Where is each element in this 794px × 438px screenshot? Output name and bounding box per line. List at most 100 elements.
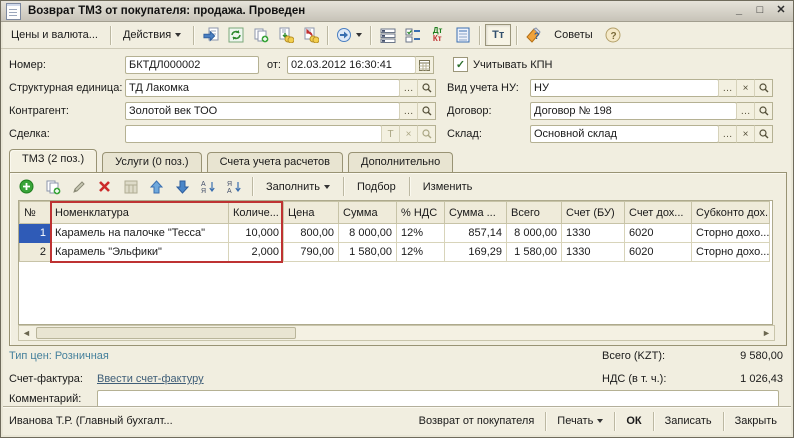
table-cell[interactable]: 790,00 (284, 243, 339, 262)
money-in-document-icon[interactable] (274, 25, 297, 46)
date-field[interactable]: 02.03.2012 16:30:41 (287, 56, 434, 74)
choose-icon[interactable]: … (736, 102, 755, 120)
help-icon[interactable]: ? (602, 25, 625, 46)
column-header[interactable]: Счет (БУ) (562, 202, 625, 224)
table-row[interactable]: 1Карамель на палочке "Тесса"10,000800,00… (20, 224, 770, 243)
clear-icon[interactable]: × (736, 79, 755, 97)
table-cell[interactable]: Карамель на палочке "Тесса" (51, 224, 229, 243)
move-down-icon[interactable] (171, 176, 194, 197)
tab-services[interactable]: Услуги (0 поз.) (102, 152, 201, 173)
table-row[interactable]: 2Карамель "Эльфики"2,000790,001 580,0012… (20, 243, 770, 262)
copy-row-icon[interactable] (41, 176, 64, 197)
column-header[interactable]: Всего (507, 202, 562, 224)
scroll-left-icon[interactable]: ◄ (19, 327, 34, 339)
open-magnifier-icon[interactable] (754, 79, 773, 97)
edit-row-icon[interactable] (67, 176, 90, 197)
table-cell[interactable]: 2 (20, 243, 51, 262)
column-header[interactable]: Сумма (339, 202, 397, 224)
advice-label[interactable]: Советы (547, 26, 599, 44)
table-cell[interactable]: Сторно дохо... (692, 224, 770, 243)
deal-field[interactable]: T × (125, 125, 436, 143)
choose-icon[interactable]: … (718, 125, 737, 143)
titlebar[interactable]: Возврат ТМЗ от покупателя: продажа. Пров… (1, 1, 793, 22)
invoice-link[interactable]: Ввести счет-фактуру (97, 373, 204, 385)
table-cell[interactable]: 169,29 (445, 243, 507, 262)
number-field[interactable]: БКТДЛ000002 (125, 56, 259, 74)
end-edit-icon[interactable] (119, 176, 142, 197)
print-button[interactable]: Печать (549, 412, 611, 430)
kpn-checkbox[interactable]: ✓ Учитывать КПН (453, 57, 553, 72)
money-out-document-icon[interactable] (299, 25, 322, 46)
font-settings-button[interactable]: Тт (485, 24, 511, 46)
table-cell[interactable]: 800,00 (284, 224, 339, 243)
advice-icon[interactable]: ? (522, 25, 545, 46)
clear-icon[interactable]: × (399, 125, 418, 143)
actions-button[interactable]: Действия (116, 26, 188, 44)
tab-tmz[interactable]: ТМЗ (2 поз.) (9, 149, 97, 173)
choose-icon[interactable]: … (399, 102, 418, 120)
column-header[interactable]: Сумма ... (445, 202, 507, 224)
minimize-button[interactable]: _ (732, 5, 746, 18)
table-cell[interactable]: 6020 (625, 243, 692, 262)
return-from-buyer-button[interactable]: Возврат от покупателя (411, 412, 543, 430)
table-cell[interactable]: Сторно дохо... (692, 243, 770, 262)
sort-desc-icon[interactable]: ЯА (223, 176, 246, 197)
horizontal-scrollbar[interactable]: ◄ ► (18, 325, 775, 341)
copy-icon[interactable] (249, 25, 272, 46)
structural-unit-field[interactable]: ТД Лакомка … (125, 79, 436, 97)
table-cell[interactable]: 12% (397, 243, 445, 262)
table-cell[interactable]: 2,000 (229, 243, 284, 262)
report-icon[interactable] (451, 25, 474, 46)
table-cell[interactable]: Карамель "Эльфики" (51, 243, 229, 262)
close-form-button[interactable]: Закрыть (727, 412, 785, 430)
open-magnifier-icon[interactable] (754, 102, 773, 120)
nu-kind-field[interactable]: НУ … × (530, 79, 773, 97)
write-button[interactable]: Записать (657, 412, 720, 430)
open-magnifier-icon[interactable] (417, 79, 436, 97)
tab-settlement-accounts[interactable]: Счета учета расчетов (207, 152, 343, 173)
table-cell[interactable]: 6020 (625, 224, 692, 243)
column-header[interactable]: Субконто дох... (692, 202, 770, 224)
counterparty-field[interactable]: Золотой век ТОО … (125, 102, 436, 120)
table-cell[interactable]: 8 000,00 (507, 224, 562, 243)
table-cell[interactable]: 1 580,00 (339, 243, 397, 262)
column-header[interactable]: Счет дох... (625, 202, 692, 224)
table-cell[interactable]: 8 000,00 (339, 224, 397, 243)
contract-field[interactable]: Договор № 198 … (530, 102, 773, 120)
warehouse-field[interactable]: Основной склад … × (530, 125, 773, 143)
table-cell[interactable]: 1 (20, 224, 51, 243)
sort-asc-icon[interactable]: АЯ (197, 176, 220, 197)
maximize-button[interactable]: □ (753, 5, 767, 18)
open-magnifier-icon[interactable] (417, 125, 436, 143)
dtkt-postings-icon[interactable]: ДтКт (426, 25, 449, 46)
tab-additional[interactable]: Дополнительно (348, 152, 453, 173)
structure-list-icon[interactable] (376, 25, 399, 46)
choose-icon[interactable]: … (718, 79, 737, 97)
delete-row-icon[interactable] (93, 176, 116, 197)
scroll-right-icon[interactable]: ► (759, 327, 774, 339)
fill-button[interactable]: Заполнить (259, 178, 337, 196)
checkbox-check-icon[interactable]: ✓ (453, 57, 468, 72)
choose-icon[interactable]: … (399, 79, 418, 97)
clear-icon[interactable]: × (736, 125, 755, 143)
prices-currency-button[interactable]: Цены и валюта... (4, 26, 105, 44)
column-header[interactable]: № (20, 202, 51, 224)
table-cell[interactable]: 1330 (562, 243, 625, 262)
change-button[interactable]: Изменить (416, 178, 480, 196)
table-cell[interactable]: 12% (397, 224, 445, 243)
move-up-icon[interactable] (145, 176, 168, 197)
open-magnifier-icon[interactable] (417, 102, 436, 120)
flags-settings-icon[interactable] (401, 25, 424, 46)
ok-button[interactable]: ОК (618, 412, 649, 430)
go-to-icon[interactable] (333, 25, 365, 46)
column-header[interactable]: Цена (284, 202, 339, 224)
add-row-icon[interactable] (15, 176, 38, 197)
pick-button[interactable]: Подбор (350, 178, 403, 196)
table-cell[interactable]: 857,14 (445, 224, 507, 243)
open-magnifier-icon[interactable] (754, 125, 773, 143)
column-header[interactable]: Количе... (229, 202, 284, 224)
close-button[interactable]: ✕ (774, 5, 788, 18)
table-cell[interactable]: 10,000 (229, 224, 284, 243)
column-header[interactable]: Номенклатура (51, 202, 229, 224)
calendar-icon[interactable] (415, 56, 434, 74)
